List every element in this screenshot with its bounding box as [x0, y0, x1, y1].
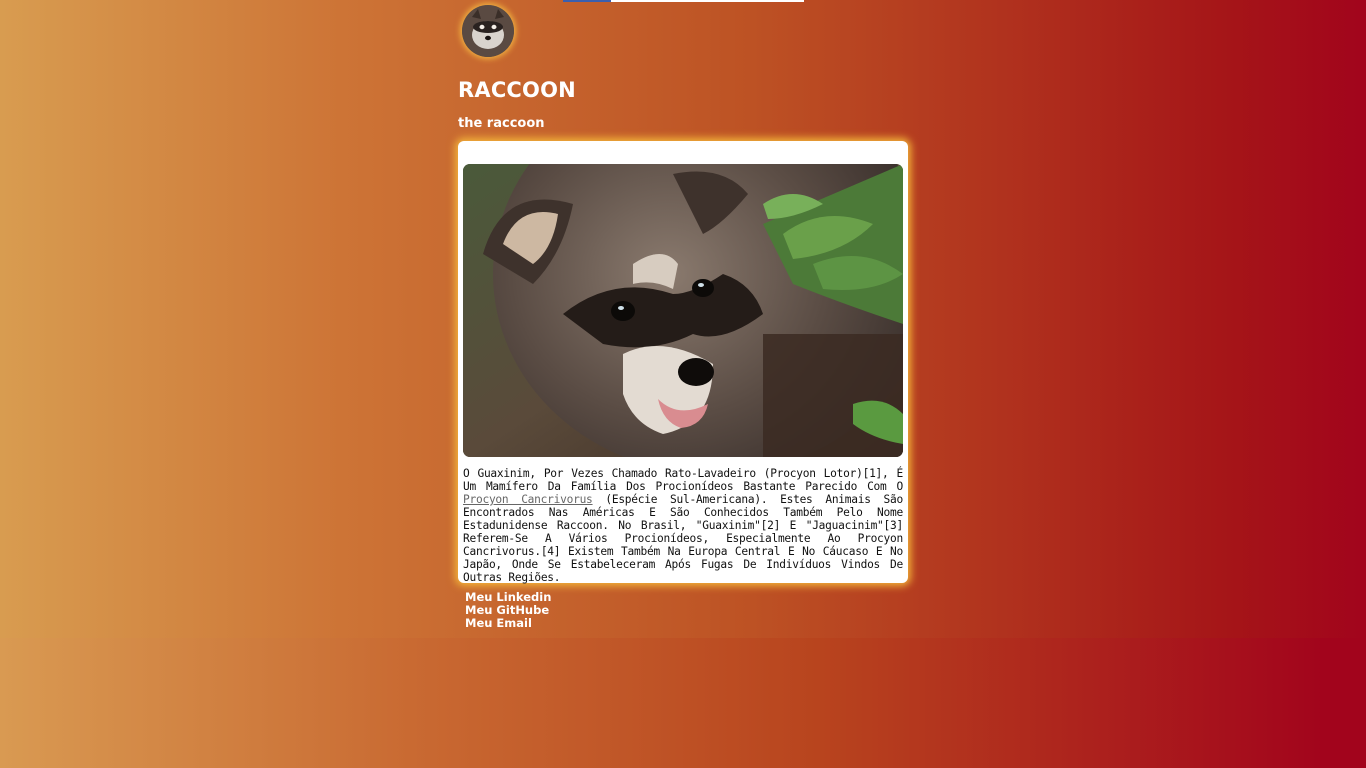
raccoon-photo	[463, 164, 903, 457]
content-card: O Guaxinim, Por Vezes Chamado Rato-Lavad…	[458, 141, 908, 584]
top-progress-bar	[563, 0, 804, 2]
avatar	[462, 5, 514, 57]
procyon-cancrivorus-link[interactable]: Procyon Cancrivorus	[463, 493, 593, 506]
page-subtitle: the raccoon	[458, 116, 545, 131]
description-text: O Guaxinim, Por Vezes Chamado Rato-Lavad…	[463, 467, 903, 584]
top-progress-fill	[563, 0, 611, 2]
page-title: RACCOON	[458, 78, 576, 102]
raccoon-avatar-image	[462, 5, 514, 57]
description-part-2: (Espécie Sul-Americana). Estes Animais S…	[463, 493, 903, 584]
email-link[interactable]: Meu Email	[465, 617, 551, 630]
footer-links: Meu Linkedin Meu GitHube Meu Email	[465, 591, 551, 630]
description-part-1: O Guaxinim, Por Vezes Chamado Rato-Lavad…	[463, 467, 903, 493]
raccoon-photo-image	[463, 164, 903, 457]
